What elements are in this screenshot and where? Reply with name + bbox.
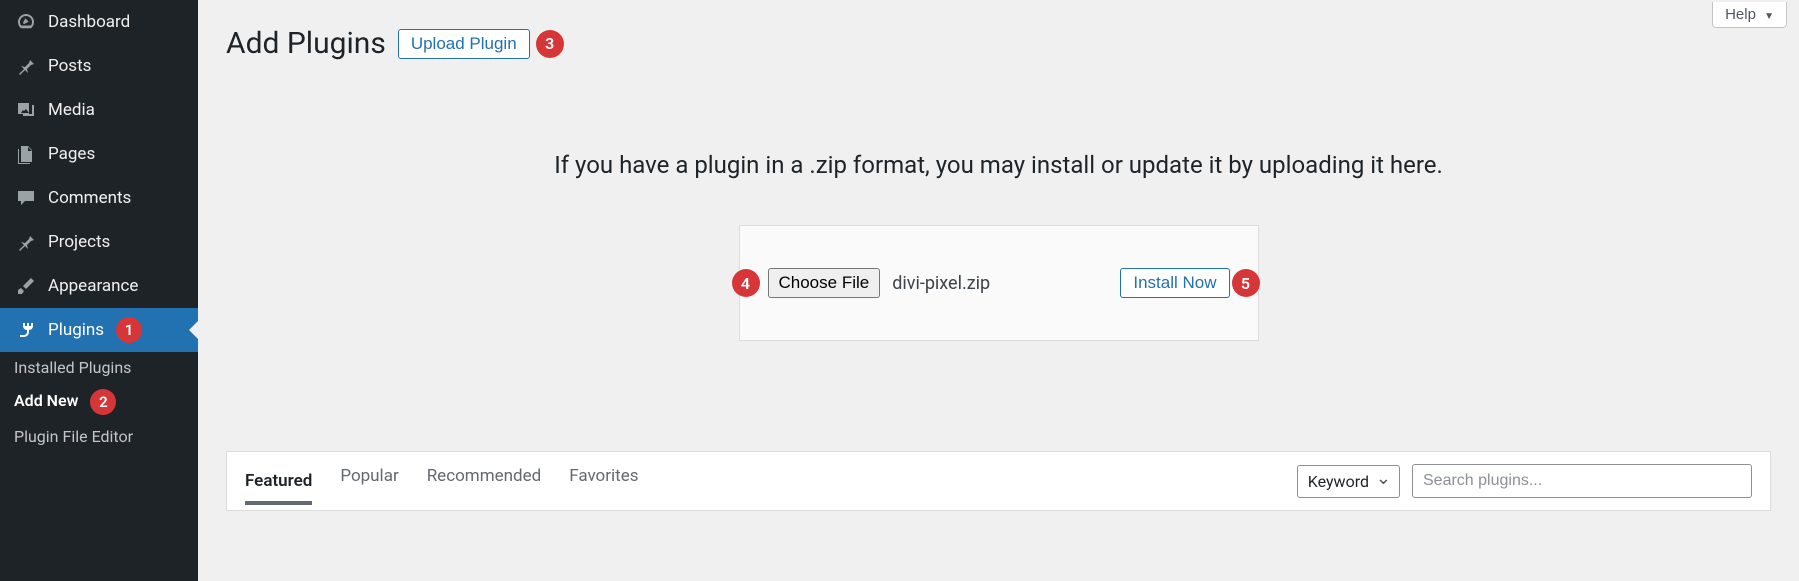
sidebar-sub-installed-plugins[interactable]: Installed Plugins	[0, 352, 198, 383]
tab-favorites[interactable]: Favorites	[569, 466, 638, 496]
selected-file-name: divi-pixel.zip	[892, 273, 990, 294]
step-badge: 4	[732, 269, 760, 297]
sidebar-item-label: Appearance	[48, 276, 138, 296]
sidebar-item-label: Posts	[48, 56, 91, 76]
main-content: Help ▼ Add Plugins Upload Plugin 3 If yo…	[198, 0, 1799, 581]
sidebar-item-media[interactable]: Media	[0, 88, 198, 132]
step-badge: 2	[90, 389, 116, 415]
sidebar-item-appearance[interactable]: Appearance	[0, 264, 198, 308]
chevron-down-icon: ▼	[1764, 11, 1774, 22]
step-badge: 3	[536, 30, 564, 58]
sidebar-item-projects[interactable]: Projects	[0, 220, 198, 264]
media-icon	[14, 98, 38, 122]
sidebar-item-label: Comments	[48, 188, 131, 208]
pin-icon	[14, 230, 38, 254]
select-label: Keyword	[1308, 472, 1369, 491]
plug-icon	[14, 318, 38, 342]
sidebar-item-label: Projects	[48, 232, 110, 252]
upload-form: 4 Choose File divi-pixel.zip Install Now…	[739, 225, 1259, 341]
sidebar-item-label: Plugins	[48, 320, 104, 340]
filter-right: Keyword	[1297, 464, 1752, 498]
tab-popular[interactable]: Popular	[340, 466, 398, 496]
sidebar-sub-plugin-file-editor[interactable]: Plugin File Editor	[0, 421, 198, 452]
sidebar-item-plugins[interactable]: Plugins 1	[0, 308, 198, 352]
plugin-filter-bar: Featured Popular Recommended Favorites K…	[226, 451, 1771, 511]
pin-icon	[14, 54, 38, 78]
admin-sidebar: Dashboard Posts Media Pages Comments Pro…	[0, 0, 198, 581]
title-row: Add Plugins Upload Plugin 3	[226, 26, 1771, 61]
help-label: Help	[1725, 6, 1756, 23]
tab-recommended[interactable]: Recommended	[427, 466, 542, 496]
page-title: Add Plugins	[226, 26, 386, 61]
install-now-button[interactable]: Install Now	[1120, 268, 1229, 298]
sidebar-item-posts[interactable]: Posts	[0, 44, 198, 88]
search-type-select[interactable]: Keyword	[1297, 465, 1400, 498]
sidebar-item-pages[interactable]: Pages	[0, 132, 198, 176]
sidebar-item-label: Media	[48, 100, 95, 120]
sidebar-item-label: Dashboard	[48, 12, 130, 32]
step-badge: 1	[116, 317, 142, 343]
sidebar-item-dashboard[interactable]: Dashboard	[0, 0, 198, 44]
upload-plugin-button[interactable]: Upload Plugin	[398, 29, 530, 59]
gauge-icon	[14, 10, 38, 34]
pages-icon	[14, 142, 38, 166]
brush-icon	[14, 274, 38, 298]
search-plugins-input[interactable]	[1412, 464, 1752, 498]
sidebar-sub-label: Add New	[14, 391, 78, 410]
step-badge: 5	[1232, 269, 1260, 297]
comment-icon	[14, 186, 38, 210]
sidebar-sub-label: Installed Plugins	[14, 358, 131, 377]
sidebar-item-comments[interactable]: Comments	[0, 176, 198, 220]
sidebar-sub-add-new[interactable]: Add New 2	[0, 383, 198, 421]
help-toggle[interactable]: Help ▼	[1712, 2, 1787, 28]
tab-featured[interactable]: Featured	[245, 471, 312, 505]
choose-file-button[interactable]: Choose File	[768, 268, 881, 298]
sidebar-sub-label: Plugin File Editor	[14, 427, 133, 446]
upload-instructions: If you have a plugin in a .zip format, y…	[226, 151, 1771, 179]
sidebar-item-label: Pages	[48, 144, 95, 164]
